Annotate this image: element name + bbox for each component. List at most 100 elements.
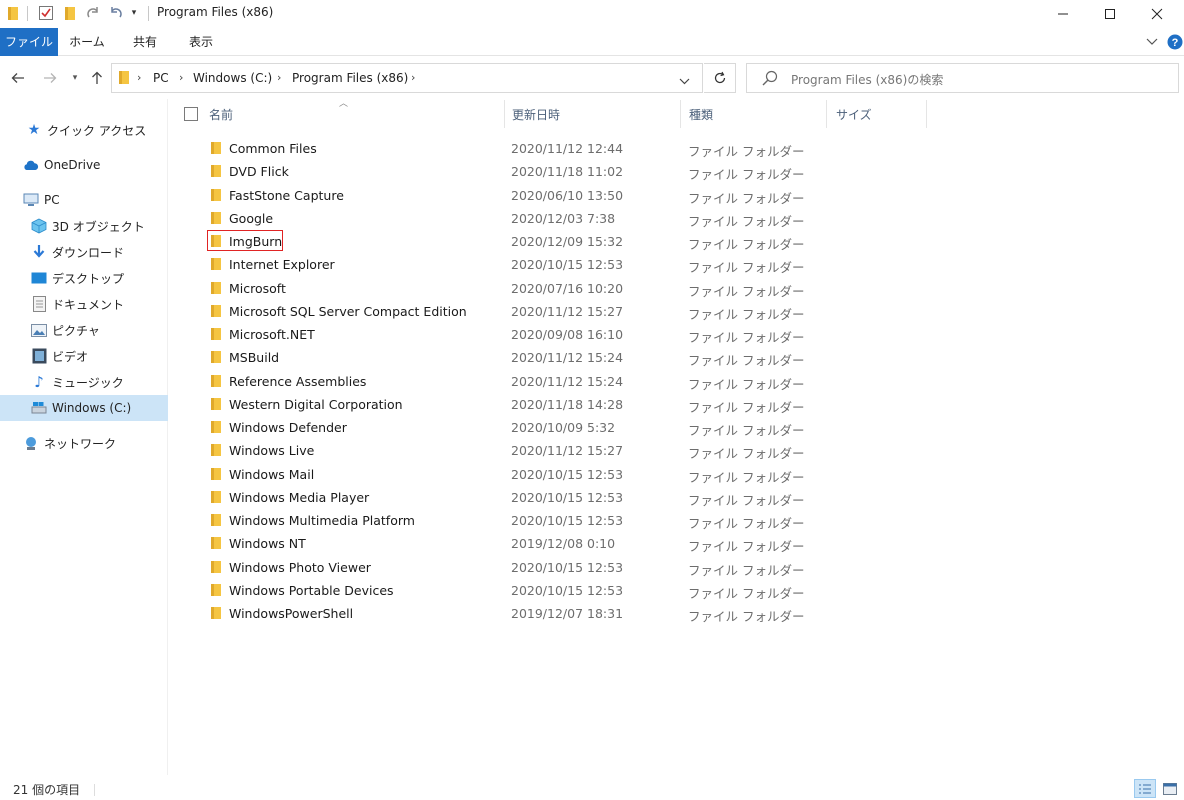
tab-view[interactable]: 表示	[176, 28, 226, 56]
file-name[interactable]: Common Files	[229, 141, 317, 156]
file-row[interactable]: Windows Photo Viewer 2020/10/15 12:53 ファイル…	[175, 556, 930, 579]
tab-file[interactable]: ファイル	[0, 28, 58, 56]
file-name[interactable]: Microsoft SQL Server Compact Edition	[229, 304, 467, 319]
file-row[interactable]: Windows Defender 2020/10/09 5:32 ファイル フォルダ…	[175, 416, 930, 439]
breadcrumb-windows-c[interactable]: Windows (C:)	[193, 71, 272, 85]
file-name[interactable]: Windows Photo Viewer	[229, 560, 371, 575]
file-name[interactable]: Windows Media Player	[229, 490, 369, 505]
file-name[interactable]: Reference Assemblies	[229, 374, 366, 389]
file-row[interactable]: Western Digital Corporation 2020/11/18 14…	[175, 393, 930, 416]
file-name[interactable]: DVD Flick	[229, 164, 289, 179]
file-row[interactable]: Windows Live 2020/11/12 15:27 ファイル フォルダー	[175, 439, 930, 462]
details-view-button[interactable]	[1134, 779, 1156, 798]
file-row[interactable]: Windows NT 2019/12/08 0:10 ファイル フォルダー	[175, 532, 930, 555]
file-name[interactable]: Windows Multimedia Platform	[229, 513, 415, 528]
address-history-dropdown-icon[interactable]	[679, 74, 690, 88]
file-date: 2020/11/12 15:27	[511, 303, 624, 319]
file-row[interactable]: Microsoft.NET 2020/09/08 16:10 ファイル フォルダー	[175, 323, 930, 346]
search-input[interactable]: Program Files (x86)の検索	[791, 71, 943, 88]
help-icon[interactable]: ?	[1166, 33, 1184, 51]
file-row[interactable]: ImgBurn 2020/12/09 15:32 ファイル フォルダー	[175, 230, 930, 253]
breadcrumb-chevron-icon[interactable]: ›	[411, 71, 415, 84]
nav-3d-objects[interactable]: 3D オブジェクト	[0, 213, 168, 239]
file-name[interactable]: WindowsPowerShell	[229, 606, 353, 621]
undo-icon[interactable]	[107, 4, 125, 22]
redo-icon[interactable]	[84, 4, 102, 22]
address-bar[interactable]: › PC › Windows (C:) › Program Files (x86…	[111, 63, 703, 93]
nav-network[interactable]: ネットワーク	[0, 430, 168, 456]
nav-videos[interactable]: ビデオ	[0, 343, 168, 369]
column-header-size[interactable]: サイズ	[836, 100, 926, 128]
nav-pictures[interactable]: ピクチャ	[0, 317, 168, 343]
close-button[interactable]	[1134, 0, 1180, 27]
file-row[interactable]: FastStone Capture 2020/06/10 13:50 ファイル フォ…	[175, 184, 930, 207]
tab-home[interactable]: ホーム	[62, 28, 112, 56]
network-icon	[23, 435, 39, 451]
nav-onedrive[interactable]: OneDrive	[0, 152, 168, 178]
file-name[interactable]: Microsoft	[229, 281, 286, 296]
file-row[interactable]: Google 2020/12/03 7:38 ファイル フォルダー	[175, 207, 930, 230]
tab-share[interactable]: 共有	[120, 28, 170, 56]
file-name[interactable]: Windows Defender	[229, 420, 347, 435]
file-name[interactable]: ImgBurn	[229, 234, 282, 249]
maximize-button[interactable]	[1087, 0, 1133, 27]
breadcrumb-chevron-icon[interactable]: ›	[179, 71, 183, 84]
file-name[interactable]: FastStone Capture	[229, 188, 344, 203]
breadcrumb-chevron-icon[interactable]: ›	[137, 71, 141, 84]
large-icons-view-button[interactable]	[1159, 779, 1181, 798]
column-divider[interactable]	[680, 100, 681, 128]
back-button[interactable]	[9, 69, 27, 87]
select-all-checkbox[interactable]	[184, 107, 198, 121]
breadcrumb-chevron-icon[interactable]: ›	[277, 71, 281, 84]
file-row[interactable]: Common Files 2020/11/12 12:44 ファイル フォルダー	[175, 137, 930, 160]
file-row[interactable]: Reference Assemblies 2020/11/12 15:24 ファイル…	[175, 370, 930, 393]
minimize-button[interactable]	[1040, 0, 1086, 27]
nav-item-label: ネットワーク	[44, 436, 117, 451]
file-row[interactable]: Windows Multimedia Platform 2020/10/15 12…	[175, 509, 930, 532]
file-row[interactable]: Internet Explorer 2020/10/15 12:53 ファイル フォ…	[175, 253, 930, 276]
nav-quick-access[interactable]: ★ クイック アクセス	[0, 117, 168, 143]
up-button[interactable]	[88, 69, 106, 87]
nav-pc[interactable]: PC	[0, 187, 168, 213]
breadcrumb-pc[interactable]: PC	[153, 71, 169, 85]
forward-button[interactable]	[41, 69, 59, 87]
expand-ribbon-icon[interactable]	[1144, 33, 1160, 51]
properties-icon[interactable]	[37, 4, 55, 22]
file-name[interactable]: Google	[229, 211, 273, 226]
file-row[interactable]: Microsoft 2020/07/16 10:20 ファイル フォルダー	[175, 277, 930, 300]
column-header-type[interactable]: 種類	[689, 100, 826, 128]
file-name[interactable]: Windows Portable Devices	[229, 583, 394, 598]
file-name[interactable]: Western Digital Corporation	[229, 397, 403, 412]
file-name[interactable]: Windows Live	[229, 443, 314, 458]
folder-icon	[6, 4, 20, 22]
column-header-name[interactable]: 名前	[209, 100, 504, 128]
customize-toolbar-dropdown-icon[interactable]: ▾	[128, 4, 140, 22]
column-divider[interactable]	[504, 100, 505, 128]
file-row[interactable]: Microsoft SQL Server Compact Edition 2020…	[175, 300, 930, 323]
recent-locations-icon[interactable]: ▾	[66, 69, 84, 87]
file-row[interactable]: Windows Media Player 2020/10/15 12:53 ファイル…	[175, 486, 930, 509]
nav-windows-c[interactable]: Windows (C:)	[0, 395, 168, 421]
refresh-button[interactable]	[704, 63, 736, 93]
file-row[interactable]: WindowsPowerShell 2019/12/07 18:31 ファイル フォ…	[175, 602, 930, 625]
nav-desktop[interactable]: デスクトップ	[0, 265, 168, 291]
file-row[interactable]: Windows Mail 2020/10/15 12:53 ファイル フォルダー	[175, 463, 930, 486]
new-folder-icon[interactable]	[62, 4, 78, 22]
file-row[interactable]: DVD Flick 2020/11/18 11:02 ファイル フォルダー	[175, 160, 930, 183]
search-box[interactable]: Program Files (x86)の検索	[746, 63, 1179, 93]
file-row[interactable]: MSBuild 2020/11/12 15:24 ファイル フォルダー	[175, 346, 930, 369]
column-divider[interactable]	[926, 100, 927, 128]
nav-documents[interactable]: ドキュメント	[0, 291, 168, 317]
nav-music[interactable]: ♪ ミュージック	[0, 369, 168, 395]
column-header-date[interactable]: 更新日時	[512, 100, 680, 128]
file-name[interactable]: MSBuild	[229, 350, 279, 365]
file-name[interactable]: Microsoft.NET	[229, 327, 315, 342]
nav-downloads[interactable]: ダウンロード	[0, 239, 168, 265]
file-type: ファイル フォルダー	[688, 492, 805, 508]
column-divider[interactable]	[826, 100, 827, 128]
file-name[interactable]: Windows NT	[229, 536, 306, 551]
file-row[interactable]: Windows Portable Devices 2020/10/15 12:53…	[175, 579, 930, 602]
breadcrumb-program-files-x86[interactable]: Program Files (x86)	[292, 71, 408, 85]
file-name[interactable]: Windows Mail	[229, 467, 314, 482]
file-name[interactable]: Internet Explorer	[229, 257, 335, 272]
